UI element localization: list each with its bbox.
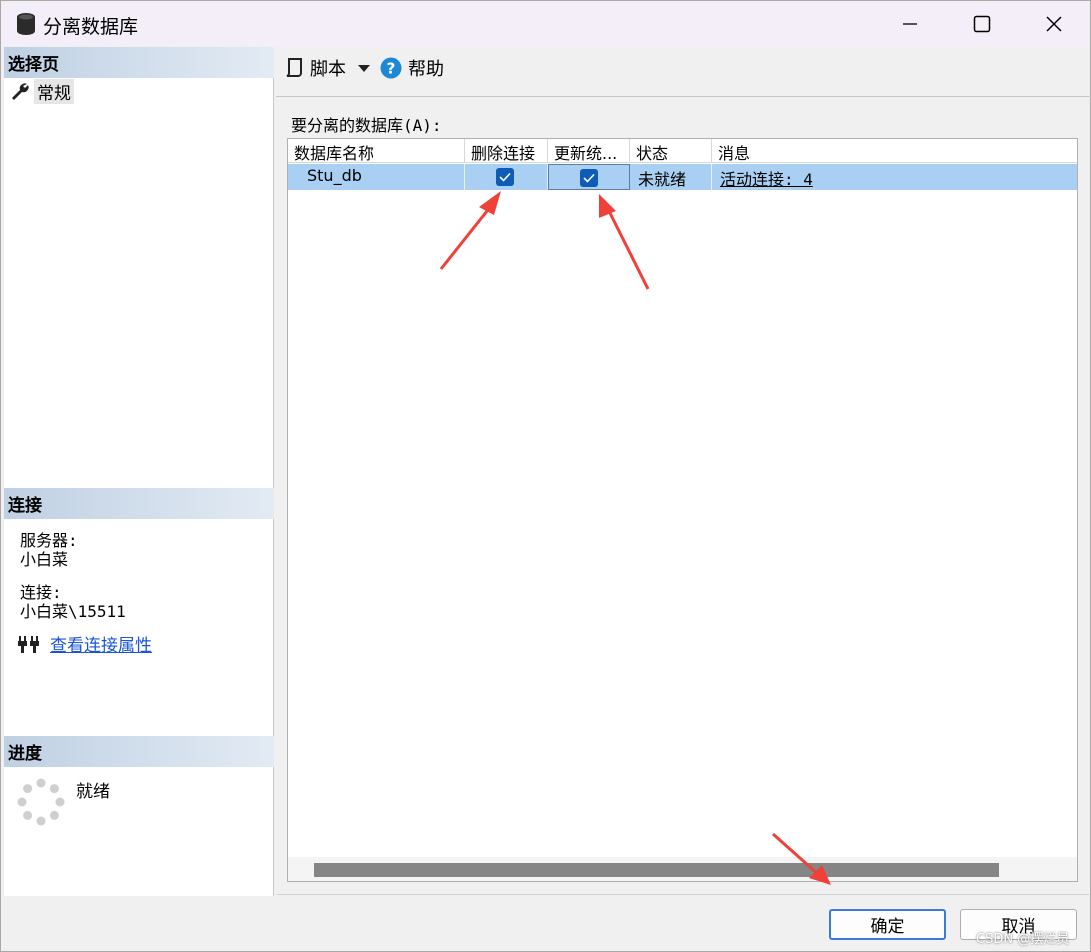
progress-spinner-icon xyxy=(17,778,65,826)
drop-connections-checkbox[interactable] xyxy=(496,168,514,186)
dropdown-arrow-icon[interactable] xyxy=(358,63,370,73)
script-icon xyxy=(286,58,302,77)
database-icon xyxy=(17,13,35,35)
checkmark-icon xyxy=(583,173,595,183)
help-button[interactable]: ? 帮助 xyxy=(380,55,444,81)
select-page-header: 选择页 xyxy=(4,47,274,78)
watermark: CSDN @摆烂员 xyxy=(976,932,1070,947)
right-pane: 脚本 ? 帮助 要分离的数据库(A): 数据库名称 删除连接 更新统... 状态… xyxy=(276,47,1091,897)
script-button[interactable]: 脚本 xyxy=(284,55,370,81)
close-button[interactable] xyxy=(1018,2,1090,46)
server-info: 服务器: 小白菜 xyxy=(20,531,78,569)
progress-header: 进度 xyxy=(4,736,274,767)
scrollbar-thumb[interactable] xyxy=(314,863,999,877)
connection-header: 连接 xyxy=(4,488,274,519)
checkmark-icon xyxy=(499,172,511,182)
connection-value: 小白菜\15511 xyxy=(20,602,126,621)
connection-plug-icon xyxy=(18,635,39,653)
server-label: 服务器: xyxy=(20,531,78,550)
title-bar: 分离数据库 xyxy=(2,2,1090,46)
toolbar: 脚本 ? 帮助 xyxy=(276,47,1091,97)
maximize-icon xyxy=(973,15,991,33)
databases-grid[interactable]: 数据库名称 删除连接 更新统... 状态 消息 Stu_db 未就绪 活动连接:… xyxy=(287,138,1078,882)
wrench-icon xyxy=(12,83,29,100)
connection-info: 连接: 小白菜\15511 xyxy=(20,583,126,621)
help-label: 帮助 xyxy=(408,59,444,80)
window-title: 分离数据库 xyxy=(43,16,139,38)
column-header-update-statistics[interactable]: 更新统... xyxy=(548,139,630,163)
connection-label: 连接: xyxy=(20,583,62,602)
cell-status: 未就绪 xyxy=(630,164,712,190)
script-label: 脚本 xyxy=(310,59,346,80)
update-statistics-checkbox[interactable] xyxy=(580,169,598,187)
detach-database-dialog: 分离数据库 选择页 常规 连接 服务器: 小白菜 连接: 小白菜\15511 查… xyxy=(0,0,1091,952)
grid-label: 要分离的数据库(A): xyxy=(291,116,442,135)
active-connections-link[interactable]: 活动连接: 4 xyxy=(720,170,813,189)
column-header-drop-connections[interactable]: 删除连接 xyxy=(465,139,548,163)
help-icon: ? xyxy=(380,57,402,79)
nav-item-general[interactable]: 常规 xyxy=(10,78,74,104)
view-connection-properties[interactable]: 查看连接属性 xyxy=(18,631,152,656)
cell-update-statistics xyxy=(548,164,630,190)
cell-database-name: Stu_db xyxy=(288,164,465,190)
left-pane: 选择页 常规 连接 服务器: 小白菜 连接: 小白菜\15511 查看连接属性 … xyxy=(4,47,274,896)
minimize-button[interactable] xyxy=(874,2,946,46)
nav-item-label: 常规 xyxy=(34,78,74,104)
general-page: 要分离的数据库(A): 数据库名称 删除连接 更新统... 状态 消息 Stu_… xyxy=(277,98,1089,895)
maximize-button[interactable] xyxy=(946,2,1018,46)
progress-status: 就绪 xyxy=(76,782,110,802)
horizontal-scrollbar[interactable] xyxy=(288,857,1077,881)
column-header-name[interactable]: 数据库名称 xyxy=(288,139,465,163)
column-header-message[interactable]: 消息 xyxy=(712,139,1077,163)
server-value: 小白菜 xyxy=(20,550,69,569)
svg-text:?: ? xyxy=(387,60,396,78)
cell-message: 活动连接: 4 xyxy=(712,164,1077,190)
cell-drop-connections xyxy=(465,164,548,190)
column-header-status[interactable]: 状态 xyxy=(630,139,712,163)
minimize-icon xyxy=(903,23,917,25)
close-icon xyxy=(1046,16,1062,32)
view-connection-properties-link[interactable]: 查看连接属性 xyxy=(50,631,152,656)
table-row[interactable]: Stu_db 未就绪 活动连接: 4 xyxy=(288,164,1077,190)
ok-button[interactable]: 确定 xyxy=(829,909,946,940)
